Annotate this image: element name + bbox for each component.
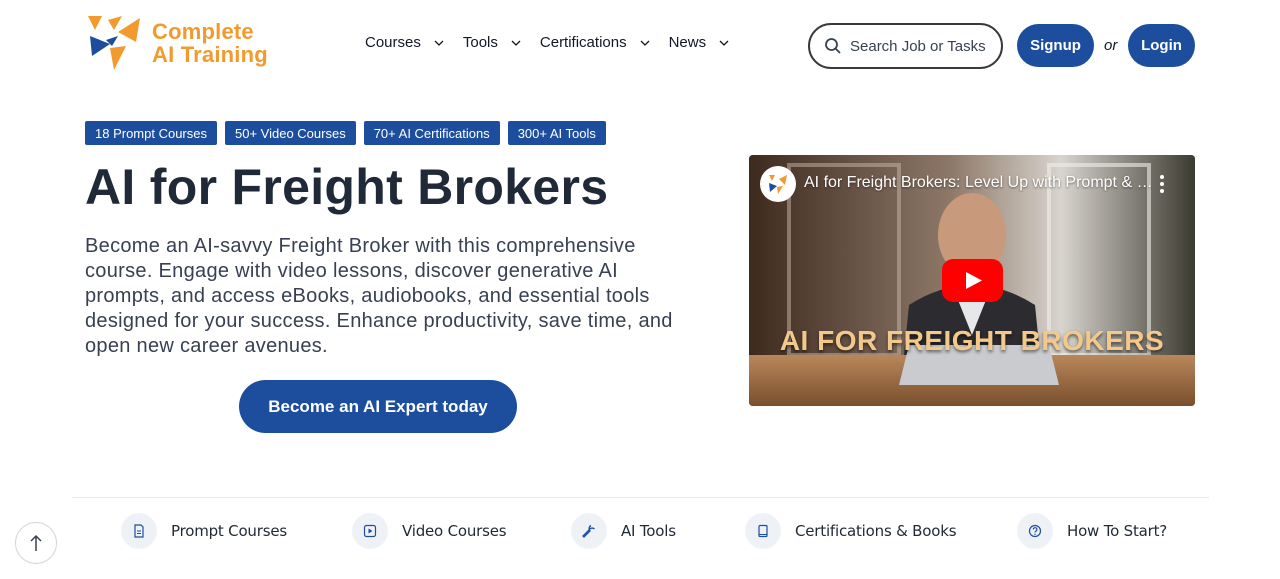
- nav-courses[interactable]: Courses: [365, 34, 445, 51]
- book-icon-wrap: [745, 513, 781, 549]
- wrench-icon: [582, 524, 595, 538]
- logo-line-2: AI Training: [152, 42, 268, 67]
- site-header: Complete AI Training Courses Tools Certi…: [0, 0, 1280, 92]
- bottom-nav-ai-tools[interactable]: AI Tools: [571, 513, 676, 549]
- chevron-down-icon: [434, 40, 444, 46]
- bottom-nav-label: Prompt Courses: [171, 522, 287, 540]
- nav-label: Tools: [462, 34, 498, 51]
- scroll-to-top-button[interactable]: [15, 522, 57, 564]
- question-icon: [1028, 524, 1042, 538]
- badge-video-courses[interactable]: 50+ Video Courses: [225, 121, 356, 145]
- chevron-down-icon: [719, 40, 729, 46]
- video-title[interactable]: AI for Freight Brokers: Level Up with Pr…: [804, 174, 1154, 192]
- logo-icon: [88, 16, 140, 70]
- question-icon-wrap: [1017, 513, 1053, 549]
- search-icon: [825, 38, 841, 54]
- chevron-down-icon: [640, 40, 650, 46]
- badge-certifications[interactable]: 70+ AI Certifications: [363, 121, 500, 145]
- bottom-nav-label: Video Courses: [402, 522, 507, 540]
- login-button[interactable]: Login: [1128, 24, 1195, 67]
- chevron-down-icon: [511, 40, 521, 46]
- nav-label: News: [668, 34, 707, 51]
- bottom-nav-certifications-books[interactable]: Certifications & Books: [745, 513, 957, 549]
- search-input[interactable]: Search Job or Tasks: [808, 23, 1003, 69]
- play-icon[interactable]: [942, 259, 1003, 302]
- badge-prompt-courses[interactable]: 18 Prompt Courses: [85, 121, 217, 145]
- signup-button[interactable]: Signup: [1017, 24, 1094, 67]
- bottom-nav-label: Certifications & Books: [795, 522, 957, 540]
- hero-description: Become an AI-savvy Freight Broker with t…: [85, 235, 673, 357]
- book-icon: [758, 524, 768, 538]
- badge-row: 18 Prompt Courses 50+ Video Courses 70+ …: [85, 121, 606, 145]
- document-icon-wrap: [121, 513, 157, 549]
- bottom-nav-label: AI Tools: [621, 522, 676, 540]
- channel-avatar[interactable]: [760, 166, 796, 202]
- nav-certifications[interactable]: Certifications: [540, 34, 651, 51]
- search-placeholder: Search Job or Tasks: [850, 37, 986, 55]
- video-icon-wrap: [352, 513, 388, 549]
- bottom-nav-prompt-courses[interactable]: Prompt Courses: [121, 513, 287, 549]
- bottom-nav-how-to-start[interactable]: How To Start?: [1017, 513, 1167, 549]
- main-nav: Courses Tools Certifications News: [365, 34, 730, 51]
- document-icon: [134, 524, 144, 538]
- more-vert-icon[interactable]: [1155, 173, 1169, 195]
- bottom-nav-video-courses[interactable]: Video Courses: [352, 513, 507, 549]
- or-text: or: [1104, 37, 1118, 54]
- bottom-nav-label: How To Start?: [1067, 522, 1168, 540]
- video-icon: [363, 524, 377, 538]
- become-expert-button[interactable]: Become an AI Expert today: [239, 380, 517, 433]
- badge-ai-tools[interactable]: 300+ AI Tools: [507, 121, 606, 145]
- logo-line-1: Complete: [152, 19, 254, 44]
- logo-icon: [769, 175, 787, 194]
- logo-text: Complete AI Training: [152, 20, 268, 66]
- nav-label: Courses: [365, 34, 421, 51]
- nav-tools[interactable]: Tools: [463, 34, 522, 51]
- video-overlay-text: AI FOR FREIGHT BROKERS: [779, 325, 1165, 356]
- divider: [72, 497, 1209, 498]
- nav-label: Certifications: [539, 34, 627, 51]
- arrow-up-icon: [30, 534, 42, 551]
- video-player[interactable]: AI for Freight Brokers: Level Up with Pr…: [749, 155, 1195, 406]
- logo[interactable]: Complete AI Training: [86, 16, 268, 72]
- wrench-icon-wrap: [571, 513, 607, 549]
- nav-news[interactable]: News: [669, 34, 731, 51]
- page-title: AI for Freight Brokers: [85, 159, 609, 215]
